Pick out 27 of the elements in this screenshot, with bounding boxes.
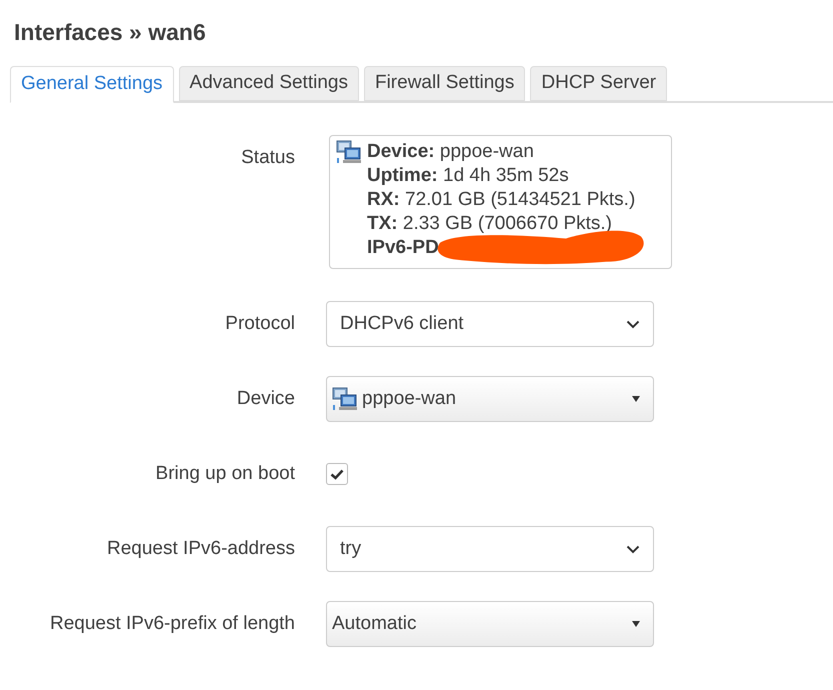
- dropdown-select[interactable]: Automatic: [326, 601, 654, 647]
- chevron-down-icon: [626, 544, 640, 554]
- protocol-select[interactable]: DHCPv6 client: [326, 301, 654, 347]
- tab[interactable]: Advanced Settings: [178, 66, 359, 101]
- checkbox[interactable]: [326, 463, 348, 485]
- chevron-down-icon: [626, 320, 640, 328]
- status-line: Device: pppoe-wan: [367, 140, 535, 164]
- page-title: Interfaces » wan6: [14, 18, 207, 46]
- field-label: Bring up on boot: [154, 462, 295, 486]
- tab[interactable]: Firewall Settings: [364, 66, 526, 101]
- status-line: RX: 72.01 GB (51434521 Pkts.): [367, 188, 636, 212]
- network-icon: [336, 140, 362, 164]
- status-line: Uptime: 1d 4h 35m 52s: [367, 164, 570, 188]
- caret-down-icon: [632, 396, 640, 402]
- check-icon: [330, 468, 344, 480]
- field-label: Protocol: [224, 312, 295, 336]
- field-label: Request IPv6-prefix of length: [48, 612, 295, 636]
- tab[interactable]: General Settings: [10, 66, 174, 103]
- dropdown-select[interactable]: pppoe-wan: [326, 376, 654, 422]
- field-label: Status: [240, 146, 295, 170]
- protocol-select[interactable]: try: [326, 526, 654, 572]
- field-label: Device: [236, 386, 295, 411]
- tab[interactable]: DHCP Server: [530, 66, 668, 101]
- field-label: Request IPv6-address: [106, 536, 295, 561]
- caret-down-icon: [632, 621, 640, 627]
- status-line: TX: 2.33 GB (7006670 Pkts.): [367, 212, 614, 236]
- status-line: IPv6-PD: [367, 236, 440, 260]
